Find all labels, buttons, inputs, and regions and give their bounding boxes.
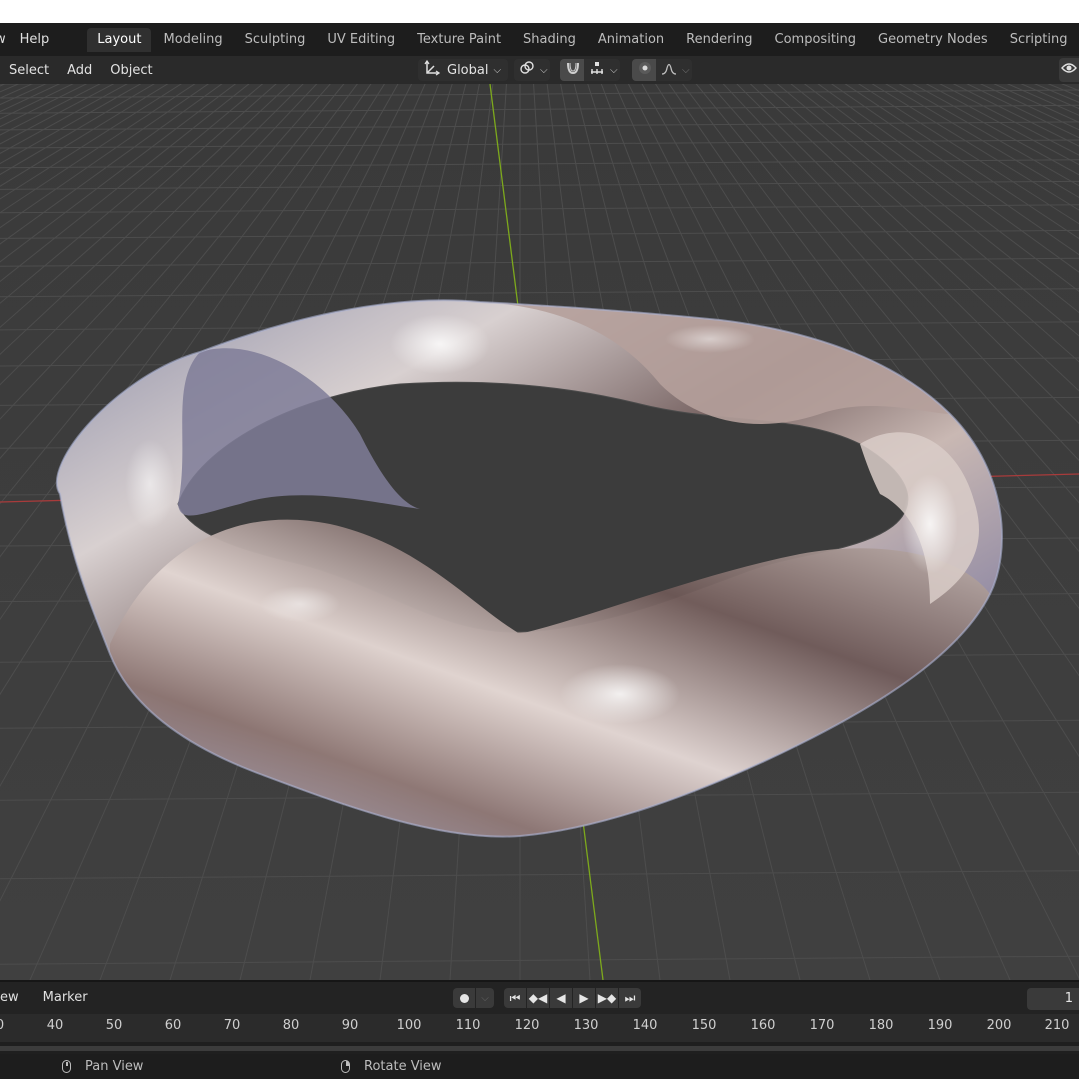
transform-orientation-label: Global: [447, 62, 489, 78]
jump-start-icon: ⏮: [509, 990, 521, 1005]
timeline-tick: 110: [455, 1018, 481, 1033]
viewport-menus: Select Add Object: [0, 63, 162, 78]
tab-compositing[interactable]: Compositing: [765, 28, 867, 52]
snap-target-dropdown[interactable]: ⌵: [584, 59, 620, 81]
snap-toggle[interactable]: [560, 59, 584, 81]
prev-keyframe-icon: ◆◀: [528, 991, 548, 1005]
snap-magnet-icon: [565, 60, 581, 80]
tab-layout[interactable]: Layout: [87, 27, 152, 52]
blender-window: w Help Layout Modeling Sculpting UV Edit…: [0, 0, 1079, 1079]
auto-keying-toggle[interactable]: [453, 988, 475, 1008]
timeline-tick: 90: [341, 1018, 359, 1033]
chevron-down-icon: ⌵: [682, 64, 690, 76]
play-reverse-icon: ◀: [556, 991, 566, 1005]
timeline-ruler[interactable]: 0 40 50 60 70 80 90 100 110 120 130 140 …: [0, 1014, 1079, 1042]
jump-to-end-button[interactable]: ⏭: [619, 988, 641, 1008]
menu-view[interactable]: w: [0, 32, 12, 47]
current-frame-field[interactable]: 1: [1027, 988, 1079, 1010]
proportional-edit-toggle[interactable]: [632, 59, 656, 81]
visibility-dropdown[interactable]: [1059, 58, 1079, 82]
viewport-scene: [0, 84, 1079, 980]
tab-geometry-nodes[interactable]: Geometry Nodes: [868, 28, 998, 52]
visibility-eye-icon: [1061, 61, 1077, 79]
tab-scripting[interactable]: Scripting: [1000, 28, 1078, 52]
mouse-middle-icon: [62, 1060, 71, 1073]
menu-add[interactable]: Add: [58, 63, 101, 78]
chevron-down-icon: ⌵: [610, 64, 618, 76]
timeline-tick: 80: [282, 1018, 300, 1033]
tab-rendering[interactable]: Rendering: [676, 28, 762, 52]
status-pan-view: Pan View: [62, 1059, 143, 1074]
timeline-tick: 210: [1044, 1018, 1070, 1033]
timeline-header: ew Marker ⌵ ⏮ ◆◀ ◀ ▶ ▶◆ ⏭ 1: [0, 980, 1079, 1014]
proportional-edit-icon: [637, 60, 653, 80]
transform-controls: Global ⌵ ⌵ ⌵ ⌵: [418, 58, 696, 82]
timeline-scrollbar[interactable]: [0, 1046, 1079, 1051]
timeline-tick: 0: [0, 1018, 4, 1033]
play-button[interactable]: ▶: [573, 988, 595, 1008]
chevron-down-icon: ⌵: [493, 64, 502, 76]
tab-animation[interactable]: Animation: [588, 28, 674, 52]
menu-object[interactable]: Object: [101, 63, 161, 78]
tab-texture-paint[interactable]: Texture Paint: [407, 28, 511, 52]
timeline-tick: 100: [396, 1018, 422, 1033]
playback-controls: ⌵ ⏮ ◆◀ ◀ ▶ ▶◆ ⏭: [453, 988, 642, 1008]
timeline-menu-marker[interactable]: Marker: [35, 990, 96, 1005]
transform-orientation-icon: [423, 59, 441, 81]
status-rotate-label: Rotate View: [364, 1059, 442, 1074]
falloff-curve-icon: [661, 60, 677, 80]
status-bar: Pan View Rotate View: [0, 1054, 1079, 1079]
jump-to-next-keyframe-button[interactable]: ▶◆: [596, 988, 618, 1008]
record-icon: [459, 993, 469, 1003]
timeline-track[interactable]: [0, 1042, 1079, 1054]
timeline-tick: 70: [223, 1018, 241, 1033]
jump-to-start-button[interactable]: ⏮: [504, 988, 526, 1008]
timeline-tick: 150: [691, 1018, 717, 1033]
timeline-tick: 170: [809, 1018, 835, 1033]
timeline-menus: ew Marker: [0, 990, 96, 1005]
3d-viewport[interactable]: [0, 84, 1079, 980]
tab-modeling[interactable]: Modeling: [153, 28, 232, 52]
timeline-tick: 180: [868, 1018, 894, 1033]
jump-to-prev-keyframe-button[interactable]: ◆◀: [527, 988, 549, 1008]
chevron-down-icon: ⌵: [540, 64, 548, 76]
next-keyframe-icon: ▶◆: [597, 991, 617, 1005]
timeline-tick: 130: [573, 1018, 599, 1033]
chevron-down-icon: ⌵: [481, 992, 489, 1004]
status-pan-label: Pan View: [85, 1059, 144, 1074]
timeline-tick: 190: [927, 1018, 953, 1033]
timeline-tick: 200: [986, 1018, 1012, 1033]
timeline-tick: 120: [514, 1018, 540, 1033]
falloff-dropdown[interactable]: ⌵: [656, 59, 692, 81]
transform-orientation-dropdown[interactable]: Global ⌵: [418, 59, 508, 81]
viewport-header: Select Add Object Global ⌵ ⌵ ⌵ ⌵: [0, 56, 1079, 84]
timeline-tick: 60: [164, 1018, 182, 1033]
menu-help[interactable]: Help: [12, 32, 58, 47]
menu-select[interactable]: Select: [0, 63, 58, 78]
pivot-link-icon: [519, 60, 535, 80]
timeline-tick: 50: [105, 1018, 123, 1033]
timeline-tick: 40: [46, 1018, 64, 1033]
timeline-menu-view[interactable]: ew: [0, 990, 27, 1005]
keying-dropdown[interactable]: ⌵: [476, 988, 494, 1008]
mouse-right-icon: [341, 1060, 350, 1073]
tab-shading[interactable]: Shading: [513, 28, 586, 52]
top-menu-bar: w Help Layout Modeling Sculpting UV Edit…: [0, 23, 1079, 56]
jump-end-icon: ⏭: [624, 990, 636, 1005]
workspace-tabs: Layout Modeling Sculpting UV Editing Tex…: [87, 23, 1079, 56]
timeline-tick: 160: [750, 1018, 776, 1033]
tab-uv-editing[interactable]: UV Editing: [317, 28, 405, 52]
play-icon: ▶: [579, 991, 589, 1005]
status-rotate-view: Rotate View: [341, 1059, 442, 1074]
play-reverse-button[interactable]: ◀: [550, 988, 572, 1008]
main-menu: w Help: [0, 32, 57, 47]
pivot-point-dropdown[interactable]: ⌵: [514, 59, 550, 81]
tab-sculpting[interactable]: Sculpting: [235, 28, 316, 52]
snap-increment-icon: [589, 60, 605, 80]
timeline-tick: 140: [632, 1018, 658, 1033]
